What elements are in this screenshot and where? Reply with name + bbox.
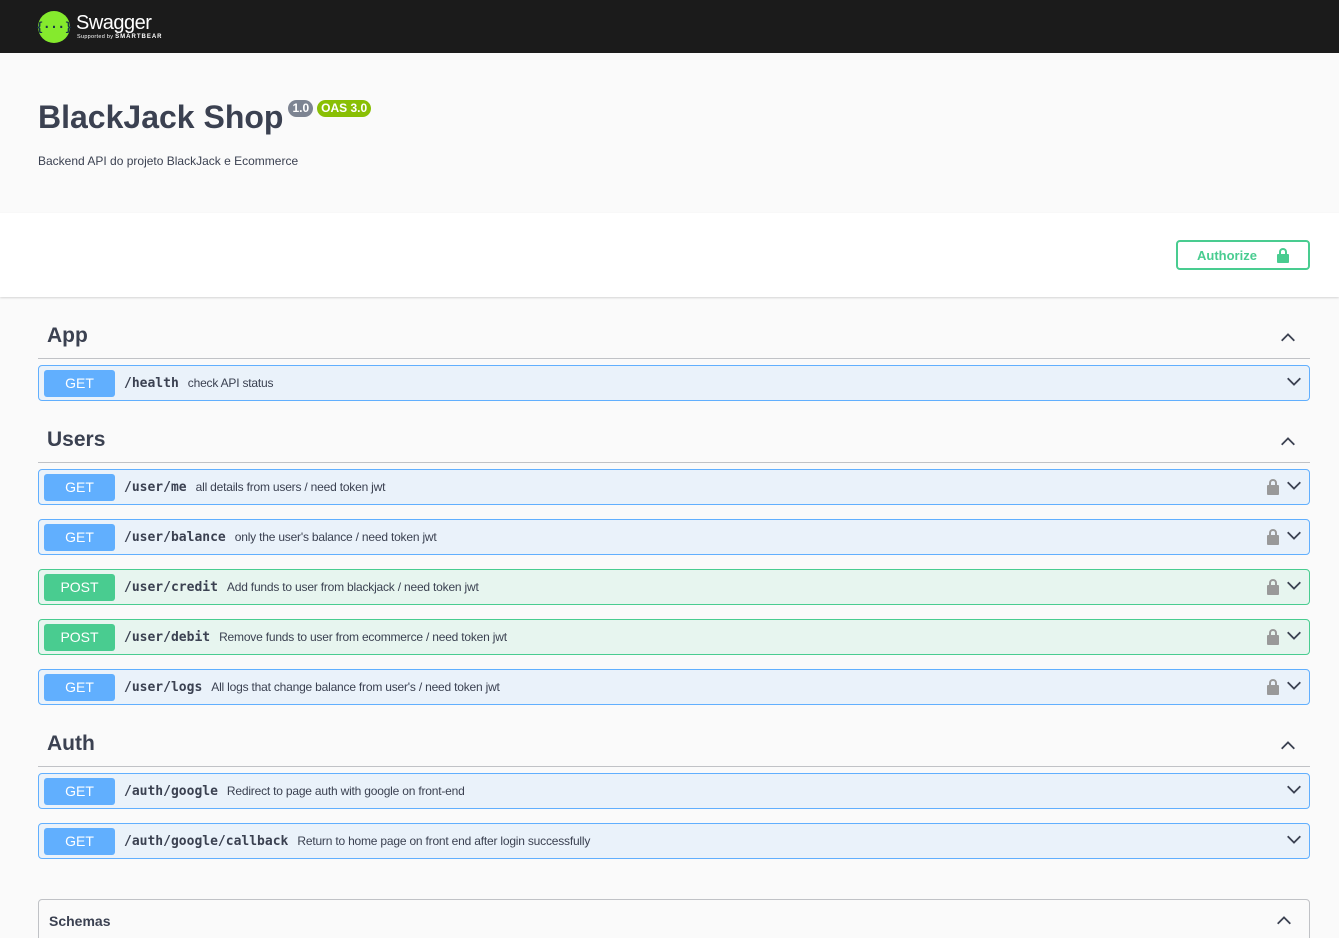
tag-header[interactable]: Users [38,401,1310,463]
method-badge: POST [44,573,115,601]
operation-controls [1285,366,1303,400]
chevron-up-icon[interactable] [1278,432,1298,452]
swagger-logo-icon: {···} [36,10,72,43]
page-title: BlackJack Shop [38,99,284,135]
operation-controls [1267,570,1303,604]
authorize-button[interactable]: Authorize [1176,240,1310,270]
operation-path: /user/balance [124,529,226,545]
method-badge: GET [44,473,115,501]
lock-icon[interactable] [1267,529,1279,545]
lock-icon[interactable] [1267,679,1279,695]
tag-section-users: Users GET/user/me all details from users /… [38,401,1310,705]
operation-path: /user/me [124,479,187,495]
tag-name: Auth [47,732,95,755]
topbar: {···} Swagger Supported by SMARTBEAR [0,0,1339,53]
chevron-down-icon[interactable] [1285,526,1303,549]
operation-path: /user/logs [124,679,203,695]
chevron-down-icon[interactable] [1285,780,1303,803]
operation-summary: Redirect to page auth with google on fro… [226,784,465,798]
logo-sub: Supported by SMARTBEAR [77,34,163,40]
operation-summary: Add funds to user from blackjack / need … [226,580,479,594]
opblock[interactable]: GET/user/me all details from users / need… [38,469,1310,505]
chevron-up-icon[interactable] [1278,328,1298,348]
scheme-container: Authorize [0,213,1339,297]
logo-text: Swagger Supported by SMARTBEAR [76,13,163,40]
tag-section-app: App GET/health check API status [38,297,1310,401]
api-description: Backend API do projeto BlackJack e Ecomm… [38,154,299,168]
opblock[interactable]: GET/user/balance only the user's balance … [38,519,1310,555]
operation-controls [1267,520,1303,554]
tag-name: App [47,324,88,347]
method-badge: GET [44,777,115,805]
operation-summary: only the user's balance / need token jwt [234,530,437,544]
operation-controls [1285,774,1303,808]
chevron-down-icon[interactable] [1285,830,1303,853]
swagger-logo[interactable]: {···} Swagger Supported by SMARTBEAR [36,10,163,43]
method-badge: POST [44,623,115,651]
chevron-down-icon[interactable] [1285,476,1303,499]
lock-open-icon [1276,248,1289,264]
operation-path: /health [124,375,179,391]
chevron-down-icon[interactable] [1285,626,1303,649]
method-badge: GET [44,827,115,855]
tag-header[interactable]: App [38,297,1310,359]
schemas-title: Schemas [49,912,111,929]
operation-path: /auth/google/callback [124,833,289,849]
operation-summary: check API status [187,376,274,390]
opblock[interactable]: GET/auth/google Redirect to page auth wit… [38,773,1310,809]
lock-icon[interactable] [1267,479,1279,495]
logo-sub-prefix: Supported by [77,34,114,40]
operation-path: /user/debit [124,629,211,645]
method-badge: GET [44,369,115,397]
operation-path: /auth/google [124,783,218,799]
chevron-up-icon[interactable] [1274,911,1294,931]
opblock[interactable]: GET/health check API status [38,365,1310,401]
logo-sub-brand: SMARTBEAR [115,34,163,40]
opblock[interactable]: POST/user/credit Add funds to user from b… [38,569,1310,605]
opblock[interactable]: GET/auth/google/callback Return to home p… [38,823,1310,859]
lock-icon[interactable] [1267,629,1279,645]
operation-summary: Return to home page on front end after l… [297,834,591,848]
schemas-section: Schemas [38,899,1310,938]
opblock[interactable]: POST/user/debit Remove funds to user from… [38,619,1310,655]
tag-section-auth: Auth GET/auth/google Redirect to page auth… [38,705,1310,859]
operation-summary: Remove funds to user from ecommerce / ne… [219,630,507,644]
operation-controls [1267,620,1303,654]
chevron-up-icon[interactable] [1278,736,1298,756]
operation-controls [1267,470,1303,504]
schemas-header[interactable]: Schemas [39,900,1309,938]
logo-name: Swagger [76,12,152,34]
lock-icon[interactable] [1267,579,1279,595]
operation-controls [1285,824,1303,858]
operation-summary: all details from users / need token jwt [195,480,386,494]
authorize-label: Authorize [1197,247,1257,263]
opblock[interactable]: GET/user/logs All logs that change balanc… [38,669,1310,705]
tag-header[interactable]: Auth [38,705,1310,767]
title-row: BlackJack Shop 1.0 OAS 3.0 [38,97,1301,137]
operation-path: /user/credit [124,579,218,595]
chevron-down-icon[interactable] [1285,676,1303,699]
tag-name: Users [47,428,106,451]
operation-summary: All logs that change balance from user's… [211,680,500,694]
method-badge: GET [44,673,115,701]
chevron-down-icon[interactable] [1285,372,1303,395]
version-badge: 1.0 [288,100,314,117]
method-badge: GET [44,523,115,551]
oas-badge: OAS 3.0 [317,100,372,117]
operation-controls [1267,670,1303,704]
operations-wrapper: App GET/health check API status Users GET/us… [0,297,1339,938]
api-info: BlackJack Shop 1.0 OAS 3.0 Backend API d… [0,53,1339,213]
chevron-down-icon[interactable] [1285,576,1303,599]
